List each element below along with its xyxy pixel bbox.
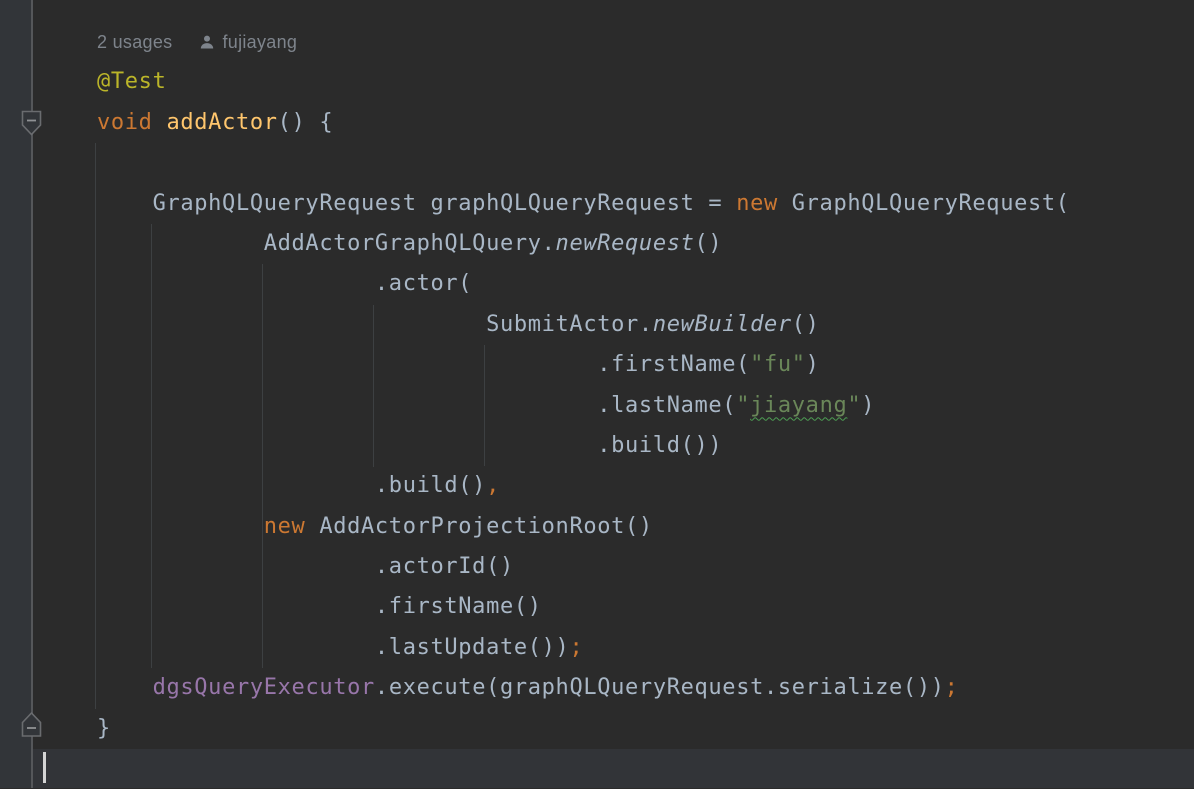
code-line[interactable]: AddActorGraphQLQuery.newRequest() (97, 224, 1194, 264)
code-token: ; (569, 635, 583, 660)
code-line[interactable]: .build(), (97, 466, 1194, 506)
code-token: .build()) (97, 433, 722, 458)
code-token: .actor( (97, 271, 472, 296)
code-token: jiayang (750, 393, 847, 418)
code-line[interactable]: .firstName() (97, 587, 1194, 627)
code-token: AddActorGraphQLQuery. (97, 231, 556, 256)
code-token: } (97, 716, 111, 741)
fold-collapse-start-icon[interactable] (20, 110, 43, 141)
code-token: .actorId() (97, 554, 514, 579)
code-token: GraphQLQueryRequest graphQLQueryRequest … (97, 191, 736, 216)
text-caret (43, 752, 46, 783)
code-token: () { (278, 110, 334, 135)
code-token: dgsQueryExecutor (153, 675, 375, 700)
code-token: .lastUpdate()) (97, 635, 569, 660)
code-token: () (695, 231, 723, 256)
author-name: fujiayang (222, 32, 297, 53)
code-line[interactable]: .build()) (97, 426, 1194, 466)
code-line[interactable]: @Test (97, 62, 1194, 102)
code-token: () (792, 312, 820, 337)
code-token: SubmitActor. (97, 312, 653, 337)
code-token (97, 514, 264, 539)
code-token: new (264, 514, 306, 539)
code-token: " (736, 393, 750, 418)
indent-guide (95, 143, 96, 709)
code-token: , (486, 473, 500, 498)
code-token (97, 675, 153, 700)
fold-collapse-end-icon[interactable] (20, 711, 43, 742)
code-line[interactable]: .lastUpdate()); (97, 628, 1194, 668)
code-token: .lastName( (97, 393, 736, 418)
code-line[interactable] (97, 749, 1194, 789)
code-line[interactable]: new AddActorProjectionRoot() (97, 507, 1194, 547)
code-line[interactable]: .actorId() (97, 547, 1194, 587)
code-line[interactable]: dgsQueryExecutor.execute(graphQLQueryReq… (97, 668, 1194, 708)
code-token: ) (806, 352, 820, 377)
code-token: newRequest (556, 231, 695, 256)
code-line[interactable]: GraphQLQueryRequest graphQLQueryRequest … (97, 184, 1194, 224)
code-token: AddActorProjectionRoot() (305, 514, 652, 539)
code-line[interactable]: } (97, 709, 1194, 749)
code-line[interactable]: void addActor() { (97, 103, 1194, 143)
ide-editor: { "editor": { "inlay": { "usages_label":… (0, 0, 1194, 788)
code-token (153, 110, 167, 135)
code-token: @Test (97, 69, 166, 94)
code-line[interactable]: .firstName("fu") (97, 345, 1194, 385)
usages-hint[interactable]: 2 usages (97, 32, 172, 53)
person-icon (199, 34, 215, 50)
code-token: .firstName() (97, 594, 542, 619)
code-line[interactable]: .lastName("jiayang") (97, 386, 1194, 426)
code-token: .firstName( (97, 352, 750, 377)
code-token: ) (861, 393, 875, 418)
code-token: " (847, 393, 861, 418)
code-token: void (97, 110, 153, 135)
code-line[interactable]: SubmitActor.newBuilder() (97, 305, 1194, 345)
code-token: newBuilder (653, 312, 792, 337)
code-lines: @Test void addActor() { GraphQLQueryReque… (97, 62, 1194, 789)
code-token: addActor (167, 110, 278, 135)
code-token: ; (945, 675, 959, 700)
code-line[interactable]: .actor( (97, 264, 1194, 304)
code-token: new (736, 191, 778, 216)
author-hint[interactable]: fujiayang (199, 32, 297, 53)
editor-code-area[interactable]: 2 usages fujiayang @Test void addActor() … (97, 22, 1194, 789)
code-line[interactable] (97, 143, 1194, 183)
code-vision-hints: 2 usages fujiayang (97, 22, 1194, 62)
code-token: .execute(graphQLQueryRequest.serialize()… (375, 675, 945, 700)
code-token: .build() (97, 473, 486, 498)
code-token: GraphQLQueryRequest( (778, 191, 1070, 216)
code-token: "fu" (750, 352, 806, 377)
